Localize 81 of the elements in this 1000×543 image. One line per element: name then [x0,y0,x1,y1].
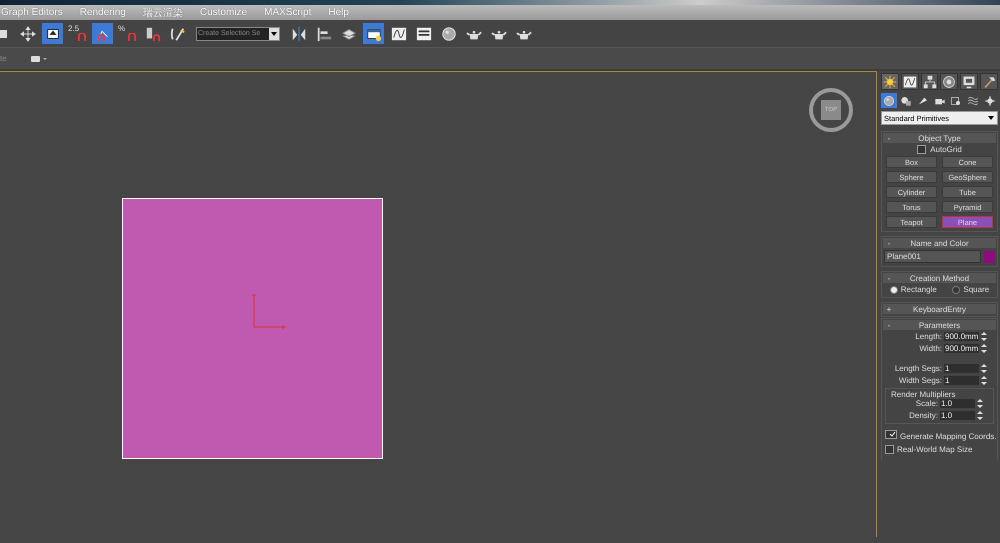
sphere-icon [440,26,456,42]
spinner-field[interactable]: 1 [944,364,979,373]
spinner-field[interactable]: 900.0mm [944,332,979,341]
box-icon [0,30,6,38]
rollout-header[interactable]: - Creation Method [883,273,996,283]
spinner-arrows-icon[interactable] [977,399,983,408]
spinner-arrows-icon[interactable] [981,364,987,373]
field-label: Length Segs: [894,364,942,373]
checkbox[interactable] [885,430,897,439]
checkbox-label: AutoGrid [930,145,962,154]
rollout-title: Creation Method [908,274,970,282]
rollout-title: Object Type [917,134,962,142]
panel-tab[interactable] [980,73,998,90]
rollout-title: KeyboardEntry [912,304,967,314]
graph-icon [902,74,917,88]
rollout-header[interactable]: - Object Type [883,133,996,143]
snap-toggle-button[interactable]: 2.5 [67,23,88,44]
hammer-icon [982,74,996,88]
snap-toggle-button[interactable]: % [117,23,138,44]
spinner-arrows-icon[interactable] [981,376,987,385]
checkbox[interactable] [885,445,894,454]
checkbox-label: Generate Mapping Coords. [900,432,996,440]
caret-icon [271,32,277,36]
rollout-header[interactable]: - Name and Color [883,238,996,248]
mirror-icon [290,26,306,42]
panel-tab[interactable] [881,73,899,90]
rollout-toggle[interactable]: - [883,274,895,282]
align-icon [316,26,332,42]
spinner-arrows-icon[interactable] [981,332,987,341]
spinner-arrows-icon[interactable] [981,344,987,353]
ribbon-label: te [0,54,7,63]
group-title: Render Multipliers [891,390,956,399]
shapes-icon [900,94,912,106]
spinner-magnet-icon [144,26,160,42]
field-label: Scale: [916,399,938,408]
rollout-toggle[interactable]: - [883,320,895,330]
rollout-header[interactable]: - Parameters [883,320,996,330]
panel-tab[interactable] [900,73,919,90]
magnet-icon [78,33,86,41]
graph-icon [390,26,406,42]
waves-icon [967,94,980,106]
axis-gizmo-icon [251,293,287,331]
spinner-field[interactable]: 1.0 [940,399,975,408]
disc-icon [942,74,956,88]
monitor-icon [962,74,976,88]
move-icon [20,26,36,42]
rollout-toggle[interactable]: - [883,238,895,248]
radio-button[interactable] [952,286,960,294]
sphere-icon [882,94,895,106]
hierarchy-icon [922,74,937,88]
rollout-toggle[interactable]: - [883,134,895,142]
field-label: Width Segs: [898,376,942,385]
caret-icon [988,116,994,120]
panel-icon [416,26,432,42]
name-field[interactable]: Plane001 [884,250,981,263]
dropdown-icon[interactable] [30,54,47,62]
field-label: Width: [919,344,942,353]
field-label: Length: [915,332,942,341]
color-swatch[interactable] [984,250,995,262]
rollout-title: Name and Color [909,238,970,248]
checkbox-label: Real-World Map Size [897,445,972,454]
checkbox[interactable] [917,145,926,154]
radio-button[interactable] [890,286,898,294]
radio-label: Rectangle [900,285,937,294]
radio-label: Square [963,285,990,294]
pencil-braces-icon [170,26,186,42]
panel-tab[interactable] [960,73,978,90]
panel-tab[interactable] [920,73,938,90]
panel-tab[interactable] [940,73,958,90]
rollout-title: Parameters [918,320,962,330]
magnet-icon [128,33,136,41]
spinner-arrows-icon[interactable] [977,411,983,420]
spinner-field[interactable]: 1 [944,376,979,385]
field-label: Density: [909,411,938,420]
rollout-header[interactable]: + KeyboardEntry [883,304,996,314]
spinner-field[interactable]: 900.0mm [944,344,979,353]
toolbar-button[interactable] [363,23,384,44]
toolbar-button[interactable] [42,23,63,44]
rollout-toggle[interactable]: + [883,304,895,314]
sun-icon [882,74,897,88]
spinner-field[interactable]: 1.0 [940,411,975,420]
